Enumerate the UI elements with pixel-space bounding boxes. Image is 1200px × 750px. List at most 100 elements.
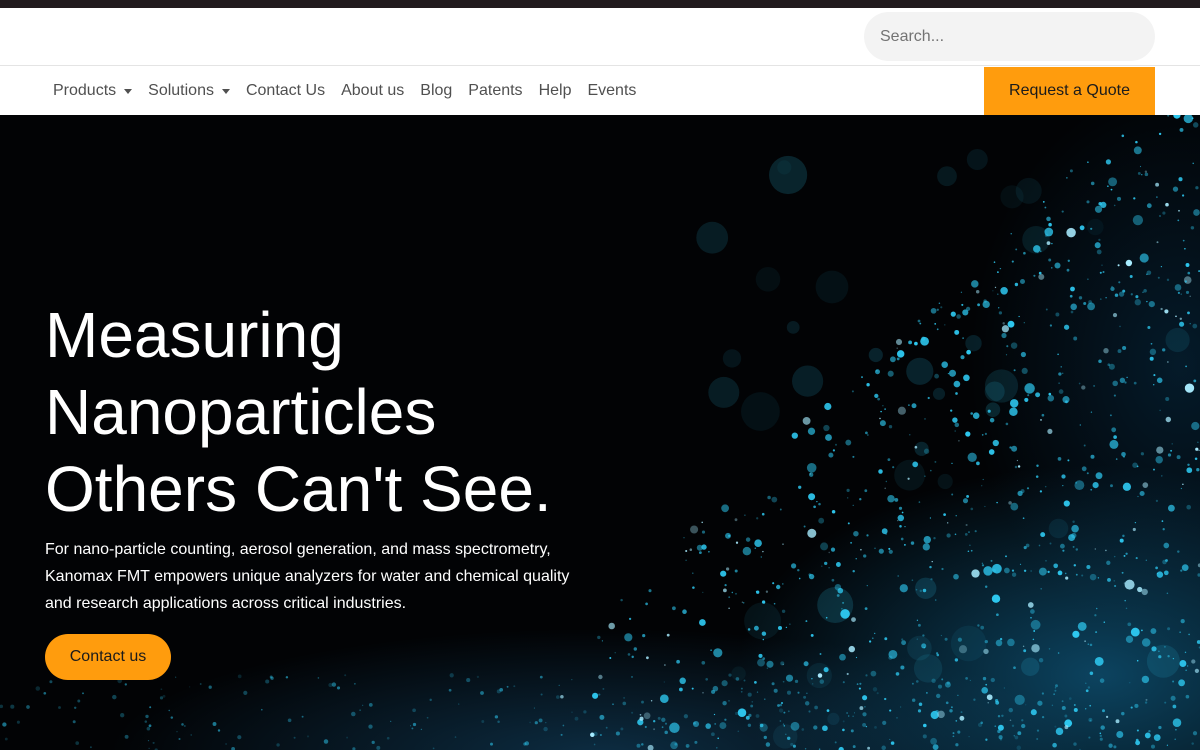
particle-dot — [1001, 714, 1004, 718]
particle-dot — [975, 290, 980, 294]
particle-dot — [983, 566, 993, 576]
particle-dot — [1089, 719, 1092, 722]
particle-dot — [970, 549, 973, 552]
particle-dot — [779, 703, 783, 707]
particle-dot — [1130, 706, 1133, 709]
contact-us-button[interactable]: Contact us — [45, 634, 171, 680]
nav-item-patents[interactable]: Patents — [460, 82, 530, 100]
particle-dot — [659, 694, 669, 704]
particle-dot — [144, 720, 148, 723]
particle-dot — [797, 568, 800, 572]
particle-dot — [449, 673, 454, 678]
particle-dot — [1049, 324, 1053, 327]
particle-dot — [721, 680, 728, 687]
particle-dot — [58, 706, 61, 709]
particle-dot — [737, 730, 740, 733]
particle-dot — [1150, 342, 1153, 345]
particle-glow — [815, 270, 849, 304]
particle-dot — [943, 513, 946, 516]
particle-dot — [874, 393, 879, 399]
particle-dot — [969, 544, 971, 547]
particle-dot — [1061, 474, 1066, 479]
particle-dot — [917, 709, 922, 713]
particle-dot — [1023, 569, 1027, 572]
top-strip — [0, 0, 1200, 8]
particle-dot — [301, 715, 304, 718]
particle-dot — [867, 434, 869, 436]
particle-dot — [571, 711, 573, 714]
particle-dot — [390, 720, 392, 723]
particle-dot — [1038, 273, 1045, 280]
particle-dot — [764, 698, 766, 700]
search-input[interactable] — [864, 12, 1155, 61]
particle-dot — [432, 747, 435, 750]
particle-dot — [1184, 247, 1186, 250]
particle-glow — [868, 347, 883, 363]
particle-dot — [293, 736, 296, 739]
particle-dot — [705, 723, 711, 729]
particle-dot — [1108, 743, 1113, 748]
particle-dot — [1110, 286, 1115, 292]
particle-dot — [1111, 285, 1113, 288]
particle-dot — [1118, 291, 1125, 297]
particle-dot — [1185, 669, 1187, 671]
particle-dot — [938, 302, 941, 305]
particle-dot — [323, 739, 329, 744]
particle-dot — [731, 591, 734, 594]
particle-dot — [941, 567, 944, 571]
particle-dot — [647, 744, 654, 750]
particle-dot — [1083, 444, 1086, 447]
nav-item-blog[interactable]: Blog — [412, 82, 460, 100]
particle-dot — [672, 606, 676, 611]
particle-dot — [705, 677, 709, 681]
particle-dot — [785, 626, 788, 629]
particle-dot — [960, 355, 965, 360]
particle-dot — [1124, 599, 1126, 602]
particle-dot — [1004, 567, 1010, 574]
particle-dot — [1001, 332, 1007, 339]
particle-dot — [896, 350, 905, 358]
particle-dot — [808, 573, 812, 577]
nav-item-about-us[interactable]: About us — [333, 82, 412, 100]
particle-dot — [1087, 161, 1089, 164]
particle-dot — [1014, 465, 1018, 469]
particle-dot — [1098, 359, 1102, 364]
particle-dot — [1148, 730, 1151, 733]
nav-item-solutions[interactable]: Solutions — [140, 82, 238, 100]
particle-dot — [922, 734, 927, 739]
particle-dot — [794, 679, 799, 684]
particle-dot — [831, 510, 836, 514]
particle-dot — [1153, 468, 1155, 471]
request-quote-button[interactable]: Request a Quote — [984, 67, 1155, 115]
particle-dot — [1170, 695, 1176, 701]
particle-dot — [1006, 345, 1009, 348]
particle-dot — [1195, 186, 1199, 190]
particle-dot — [480, 691, 484, 695]
particle-glow — [792, 365, 824, 397]
particle-dot — [824, 561, 828, 566]
particle-dot — [949, 709, 953, 713]
particle-dot — [605, 726, 608, 729]
particle-dot — [225, 742, 228, 746]
nav-item-events[interactable]: Events — [579, 82, 644, 100]
particle-dot — [945, 701, 949, 705]
particle-dot — [412, 708, 416, 713]
particle-dot — [1079, 424, 1081, 426]
nav-item-help[interactable]: Help — [531, 82, 580, 100]
particle-dot — [1088, 300, 1092, 304]
particle-dot — [1167, 627, 1171, 631]
particle-dot — [1024, 397, 1029, 402]
particle-dot — [911, 403, 917, 409]
particle-dot — [1146, 270, 1152, 276]
particle-dot — [653, 720, 656, 723]
particle-dot — [1130, 293, 1133, 296]
hero-title-line: Nanoparticles — [45, 376, 437, 448]
particle-dot — [782, 723, 785, 725]
particle-dot — [954, 533, 957, 536]
nav-item-products[interactable]: Products — [45, 82, 140, 100]
particle-dot — [676, 659, 680, 664]
particle-dot — [1047, 428, 1053, 434]
particle-dot — [1055, 312, 1060, 317]
particle-dot — [1017, 731, 1022, 736]
nav-item-contact-us[interactable]: Contact Us — [238, 82, 333, 100]
